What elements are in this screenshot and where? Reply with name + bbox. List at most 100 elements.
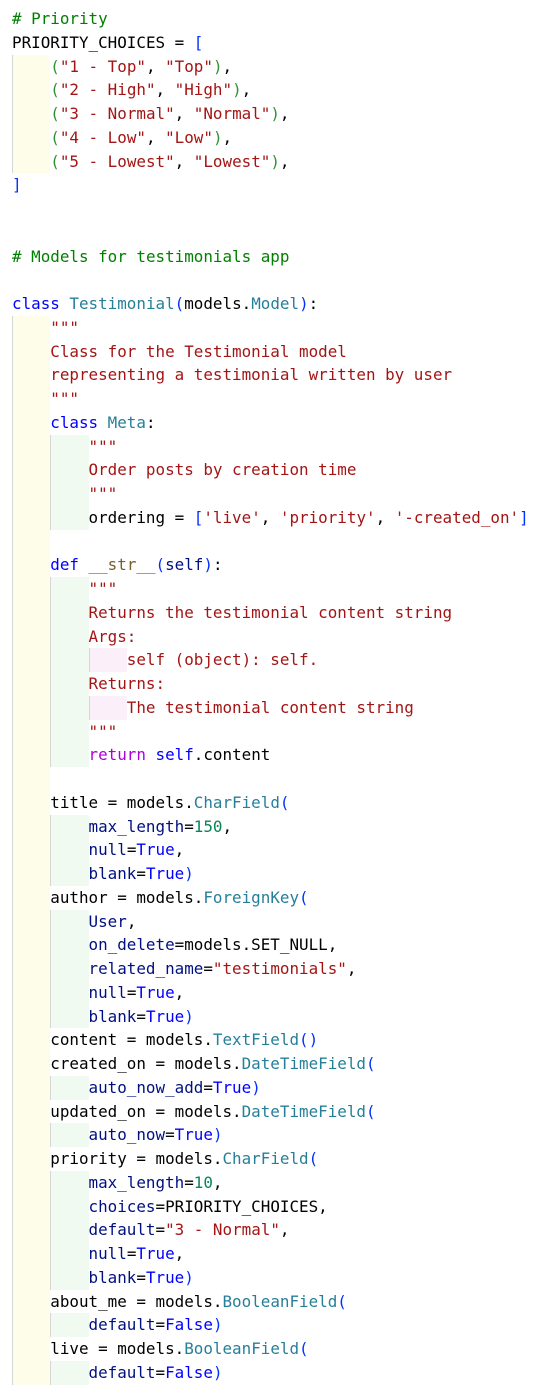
code-line[interactable]: # Models for testimonials app [12,245,529,269]
code-line[interactable]: on_delete =models.SET_NULL, [12,933,529,957]
code-token: """ [50,317,79,337]
code-line[interactable]: default = False) [12,1360,529,1385]
indent-guide [50,1194,89,1219]
code-token: author = models. [50,887,204,907]
code-line[interactable]: updated_on = models. DateTimeField( [12,1099,529,1124]
code-line[interactable]: representing a testimonial written by us… [12,363,529,387]
code-token: ] [519,507,529,527]
code-editor[interactable]: # Priority PRIORITY_CHOICES = [("1 - Top"… [12,7,529,1385]
code-line[interactable]: """ [12,434,529,459]
indent-guide [50,1075,89,1100]
code-line[interactable]: User, [12,909,529,934]
code-line[interactable]: class Testimonial(models. Model): [12,292,529,316]
code-line[interactable]: blank = True) [12,862,529,886]
indent-guide [12,1123,51,1147]
code-token: Returns the testimonial content string [88,602,453,622]
code-line[interactable]: ("5 - Lowest", "Lowest"), [12,149,529,174]
code-line[interactable]: null = True, [12,980,529,1005]
code-line[interactable]: ("3 - Normal", "Normal"), [12,102,529,126]
code-line[interactable]: Order posts by creation time [12,458,529,482]
code-token: True [174,1125,213,1145]
code-token: , [241,80,252,100]
indent-guide [12,1099,51,1124]
code-line[interactable]: live = models. BooleanField( [12,1337,529,1361]
code-token: default [88,1315,156,1335]
code-token: True [145,864,185,883]
code-line[interactable]: max_length = 150, [12,814,529,839]
code-token: ) [270,104,280,123]
code-line[interactable]: ("2 - High", "High"), [12,78,529,102]
code-line[interactable]: blank = True) [12,1004,529,1029]
code-line[interactable]: ("4 - Low", "Low"), [12,125,529,150]
code-line[interactable]: null = True, [12,1242,529,1266]
code-line[interactable]: created_on = models. DateTimeField( [12,1052,529,1076]
code-line[interactable]: """ [12,482,529,506]
code-token: ) [184,1006,194,1026]
code-line[interactable]: return self .content [12,743,529,767]
code-line[interactable]: """ [12,577,529,601]
code-token: # Priority [12,9,108,28]
code-token: PRIORITY_CHOICES = [12,32,194,52]
code-token: , [174,1244,185,1263]
code-line[interactable] [12,268,529,292]
code-line[interactable]: ] [12,173,529,197]
code-line[interactable]: ("1 - Top", "Top"), [12,54,529,79]
code-token: DateTimeField [241,1054,366,1073]
code-token: BooleanField [222,1291,338,1311]
indent-guide [12,624,51,649]
code-line[interactable]: class Meta: [12,410,529,435]
code-line[interactable]: Class for the Testimonial model [12,339,529,364]
code-line[interactable]: """ [12,315,529,340]
code-line[interactable]: """ [12,719,529,744]
code-line[interactable]: PRIORITY_CHOICES = [ [12,31,529,55]
code-line[interactable]: # Priority [12,7,529,31]
indent-guide [50,1313,89,1337]
code-line[interactable]: default = False) [12,1313,529,1337]
code-line[interactable]: choices =PRIORITY_CHOICES, [12,1194,529,1219]
code-line[interactable]: max_length = 10, [12,1170,529,1195]
code-line[interactable] [12,221,529,245]
code-line[interactable]: blank = True) [12,1265,529,1290]
code-line[interactable] [12,197,529,221]
code-line[interactable]: ordering = ['live', 'priority', '-create… [12,505,529,530]
code-line[interactable]: priority = models. CharField( [12,1147,529,1171]
indent-guide [88,648,127,672]
indent-guide [12,458,51,482]
code-token: User [88,911,127,931]
code-line[interactable]: auto_now = True) [12,1123,529,1147]
code-line[interactable]: null = True, [12,838,529,862]
code-token: Meta [107,412,146,432]
indent-guide [12,980,51,1005]
code-line[interactable]: title = models. CharField( [12,790,529,815]
code-token: True [145,1267,185,1287]
code-line[interactable] [12,767,529,791]
code-token: , [145,56,166,76]
code-line[interactable]: self (object): self. [12,648,529,672]
code-line[interactable]: Args: [12,624,529,649]
code-token: = [155,1362,166,1382]
indent-guide [50,1123,89,1147]
code-token: choices [88,1196,156,1216]
code-line[interactable]: auto_now_add = True) [12,1075,529,1100]
code-token: created_on = models. [50,1054,242,1073]
code-line[interactable]: content = models. TextField() [12,1028,529,1052]
code-line[interactable]: default = "3 - Normal", [12,1218,529,1242]
code-token: , [174,982,185,1002]
code-token: ) [232,80,242,100]
code-line[interactable]: Returns: [12,672,529,696]
code-line[interactable]: author = models. ForeignKey( [12,885,529,910]
indent-guide [12,933,51,957]
code-token: content = models. [50,1030,213,1050]
code-line[interactable]: related_name = "testimonials", [12,957,529,981]
code-token: , [222,56,233,76]
code-token: , [260,507,280,527]
code-line[interactable]: """ [12,387,529,411]
code-token: DateTimeField [241,1101,366,1121]
code-line[interactable]: Returns the testimonial content string [12,600,529,625]
code-line[interactable] [12,529,529,554]
code-line[interactable]: The testimonial content string [12,695,529,720]
indent-guide [12,387,51,411]
code-line[interactable]: about_me = models. BooleanField( [12,1289,529,1314]
code-line[interactable]: def __str__(self): [12,553,529,577]
code-token: 'priority' [279,507,376,527]
